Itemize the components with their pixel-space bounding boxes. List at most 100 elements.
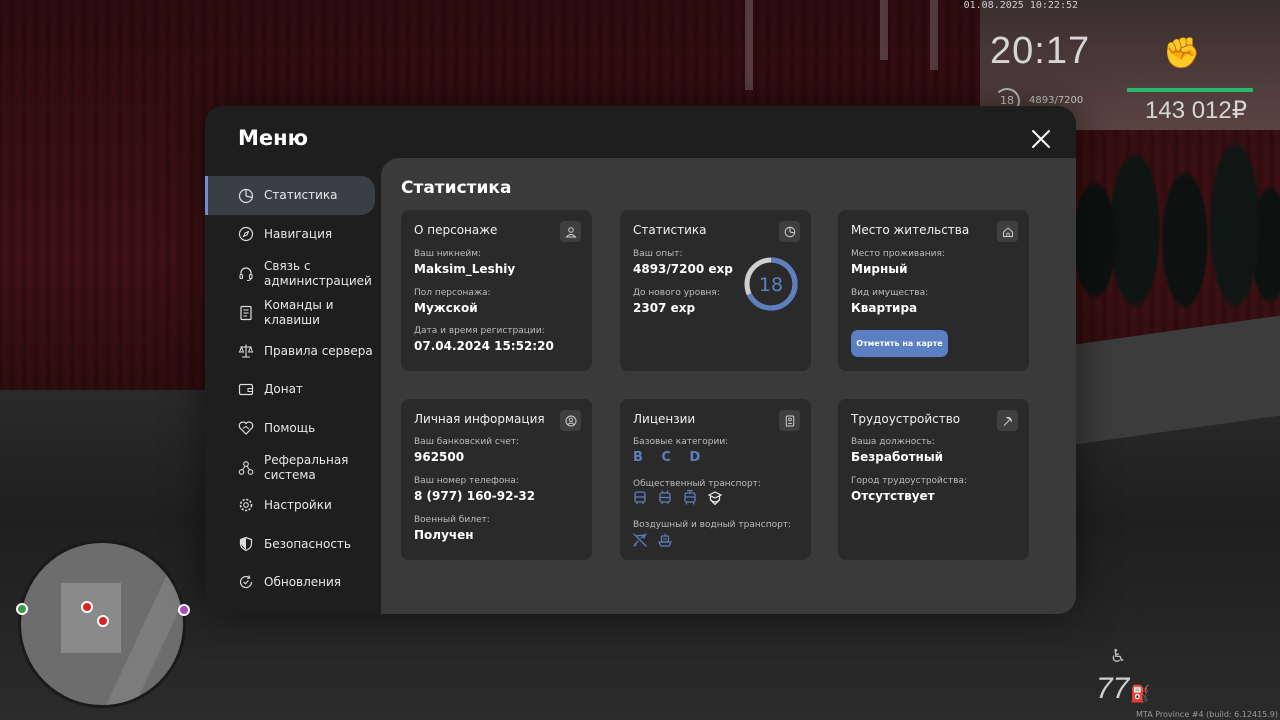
fuel-icon: ⛽	[1130, 684, 1150, 703]
pickaxe-icon	[997, 410, 1018, 431]
build-info: MTA Province #4 (build: 6.12415.9)	[1136, 710, 1278, 719]
field-label: Ваш опыт:	[633, 249, 683, 259]
field-label: Город трудоустройства:	[851, 476, 967, 486]
sidebar-item-label: Помощь	[264, 420, 316, 435]
tram-icon	[684, 490, 696, 505]
sidebar-item-donate[interactable]: Донат	[205, 379, 375, 399]
content-panel: Статистика О персонаже Ваш никнейм: Maks…	[381, 158, 1076, 614]
mark-on-map-button[interactable]: Отметить на карте	[851, 330, 948, 357]
card-residence: Место жительства Место проживания: Мирны…	[838, 210, 1029, 371]
headset-icon	[238, 266, 254, 282]
sidebar-item-label: Безопасность	[264, 536, 351, 551]
field-label: Ваш банковский счет:	[414, 437, 520, 447]
card-employment: Трудоустройство Ваша должность: Безработ…	[838, 399, 1029, 560]
page-title: Статистика	[401, 178, 512, 198]
field-value: Мужской	[414, 301, 478, 315]
field-value: 8 (977) 160-92-32	[414, 489, 536, 503]
field-value: 07.04.2024 15:52:20	[414, 339, 554, 353]
user-icon	[560, 221, 581, 242]
field-label: Пол персонажа:	[414, 288, 491, 298]
sidebar-item-rules[interactable]: Правила сервера	[205, 341, 375, 361]
boat-icon	[658, 533, 672, 547]
card-title: Лицензии	[633, 412, 696, 426]
sidebar-item-referral[interactable]: Реферальная система	[205, 452, 375, 484]
gear-icon	[238, 497, 254, 513]
player-marker-icon	[97, 615, 109, 627]
field-value: 4893/7200 exp	[633, 262, 733, 276]
map-marker-icon	[178, 604, 190, 616]
public-transport-licenses	[632, 490, 723, 506]
home-icon	[997, 221, 1018, 242]
wallet-icon	[238, 381, 254, 397]
sidebar: Статистика Навигация Связь с администрац…	[205, 176, 381, 614]
menu-window: Меню Статистика Навигация Связь с админи…	[205, 106, 1076, 614]
hud-datetime: 01.08.2025 10:22:52	[963, 0, 1078, 11]
field-value: 962500	[414, 450, 465, 464]
pie-chart-icon	[238, 188, 254, 204]
license-categories: B C D	[633, 450, 708, 465]
field-value: Отсутствует	[851, 489, 935, 503]
sidebar-item-navigation[interactable]: Навигация	[205, 224, 375, 244]
field-label: До нового уровня:	[633, 288, 720, 298]
sidebar-item-settings[interactable]: Настройки	[205, 495, 375, 515]
air-water-licenses	[632, 532, 673, 548]
shield-icon	[238, 536, 254, 552]
sidebar-item-label: Команды и клавиши	[264, 298, 334, 327]
sidebar-item-label: Обновления	[264, 574, 342, 589]
hud-time: 20:17	[990, 30, 1091, 72]
map-marker-icon	[16, 603, 28, 615]
minimap	[18, 540, 186, 708]
sidebar-item-statistics[interactable]: Статистика	[205, 176, 375, 215]
card-title: О персонаже	[414, 223, 498, 237]
field-value: Безработный	[851, 450, 944, 464]
sidebar-item-security[interactable]: Безопасность	[205, 534, 375, 554]
sidebar-item-help[interactable]: Помощь	[205, 418, 375, 438]
field-label: Воздушный и водный транспорт:	[633, 520, 792, 530]
trees	[1075, 120, 1280, 320]
sidebar-item-commands[interactable]: Команды и клавиши	[205, 297, 375, 329]
level-value: 18	[759, 274, 783, 296]
field-label: Базовые категории:	[633, 437, 729, 447]
handshake-heart-icon	[238, 420, 254, 436]
card-character: О персонаже Ваш никнейм: Maksim_Leshiy П…	[401, 210, 592, 371]
card-title: Личная информация	[414, 412, 545, 426]
field-value: Получен	[414, 528, 474, 542]
sidebar-item-label: Статистика	[264, 188, 338, 202]
field-value: Мирный	[851, 262, 908, 276]
sidebar-item-label: Реферальная система	[264, 453, 349, 482]
field-label: Ваш никнейм:	[414, 249, 482, 259]
sidebar-item-label: Донат	[264, 381, 303, 396]
sidebar-item-label: Правила сервера	[264, 343, 373, 358]
sidebar-item-updates[interactable]: Обновления	[205, 572, 375, 592]
sidebar-item-admin-contact[interactable]: Связь с администрацией	[205, 258, 375, 290]
sidebar-item-label: Настройки	[264, 497, 332, 512]
compass-icon	[238, 226, 254, 242]
trolleybus-icon	[659, 490, 671, 504]
user-circle-icon	[560, 410, 581, 431]
network-icon	[238, 460, 254, 476]
close-icon	[1032, 130, 1050, 148]
hud-exp: 4893/7200	[1029, 95, 1084, 106]
sidebar-item-label: Связь с администрацией	[264, 259, 372, 288]
taxi-badge-icon	[707, 491, 723, 506]
close-button[interactable]	[1028, 126, 1054, 152]
pie-chart-icon	[779, 221, 800, 242]
field-label: Вид имущества:	[851, 288, 929, 298]
level-progress-ring: 18	[744, 257, 798, 311]
hud-speed: 77	[1096, 672, 1130, 705]
id-card-icon	[779, 410, 800, 431]
card-stats: Статистика Ваш опыт: 4893/7200 exp До но…	[620, 210, 811, 371]
bus-icon	[634, 491, 646, 504]
map-marker-icon	[81, 601, 93, 613]
field-label: Место проживания:	[851, 249, 945, 259]
refresh-check-icon	[238, 574, 254, 590]
card-personal-info: Личная информация Ваш банковский счет: 9…	[401, 399, 592, 560]
field-value: Maksim_Leshiy	[414, 262, 516, 276]
card-title: Статистика	[633, 223, 707, 237]
field-label: Дата и время регистрации:	[414, 326, 545, 336]
field-value: 2307 exp	[633, 301, 696, 315]
card-title: Трудоустройство	[851, 412, 961, 426]
hud-health-bar	[1127, 88, 1253, 92]
sidebar-item-label: Навигация	[264, 226, 333, 241]
field-label: Ваша должность:	[851, 437, 935, 447]
